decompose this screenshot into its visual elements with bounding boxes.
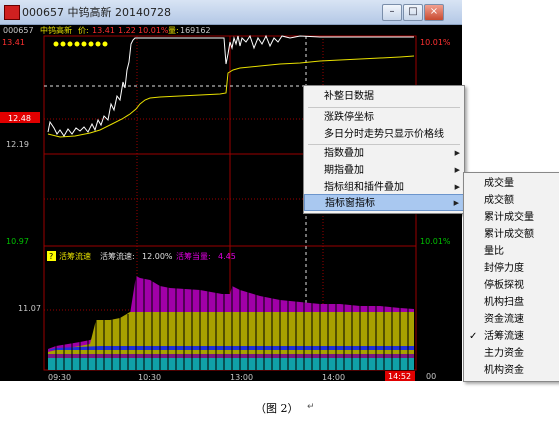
indicator-active-label: 活筹当量: xyxy=(176,251,211,261)
indicator-layer-purple-dark xyxy=(48,354,414,358)
change-value: 1.22 xyxy=(118,26,136,35)
menu-item-fill-day-data[interactable]: 补整日数据 xyxy=(304,88,464,105)
axis-label-top: 13.41 xyxy=(2,38,25,47)
time-label: 14:00 xyxy=(322,373,345,381)
submenu-item-active-flow[interactable]: ✓ 活筹流速 xyxy=(464,328,559,345)
price-label: 价: xyxy=(78,26,89,35)
indicator-axis-label: 11.07 xyxy=(18,304,41,313)
menu-item-index-overlay[interactable]: 指数叠加 ▶ xyxy=(304,145,464,162)
menu-separator xyxy=(308,107,460,108)
time-label-cut: 00 xyxy=(426,372,436,381)
submenu-item-seal-strength[interactable]: 封停力度 xyxy=(464,260,559,277)
app-icon xyxy=(4,5,20,20)
limit-up-markers xyxy=(53,41,108,47)
indicator-speed-value: 12.00% xyxy=(142,252,173,261)
volume-value: 169162 xyxy=(180,26,211,35)
time-label: 13:00 xyxy=(230,373,253,381)
indicator-submenu: 成交量 成交额 累计成交量 累计成交额 量比 封停力度 停板探视 机构扫盘 资金… xyxy=(463,172,559,382)
submenu-item-turnover[interactable]: 成交额 xyxy=(464,192,559,209)
title-bar: 000657 中钨高新 20140728 – □ × xyxy=(0,0,462,25)
change-pct: 10.01% xyxy=(138,26,169,35)
figure-caption: （图 2） xyxy=(255,402,299,415)
indicator-help-mark: ? xyxy=(49,252,53,261)
return-mark-icon: ↵ xyxy=(307,402,315,412)
submenu-item-cum-turnover[interactable]: 累计成交额 xyxy=(464,226,559,243)
submenu-item-inst-fund[interactable]: 机构资金 xyxy=(464,362,559,379)
submenu-item-limit-scan[interactable]: 停板探视 xyxy=(464,277,559,294)
time-label: 10:30 xyxy=(138,373,161,381)
right-axis-bottom: 10.01% xyxy=(420,237,451,246)
time-label: 09:30 xyxy=(48,373,71,381)
axis-label-mid: 12.19 xyxy=(6,140,29,149)
price-value: 13.41 xyxy=(92,26,115,35)
axis-label-highlight: 12.48 xyxy=(8,114,31,123)
axis-label-bottom: 10.97 xyxy=(6,237,29,246)
menu-item-limit-axis[interactable]: 涨跌停坐标 xyxy=(304,109,464,126)
indicator-layer-cyan xyxy=(48,358,414,370)
menu-item-multiday-price-only[interactable]: 多日分时走势只显示价格线 xyxy=(304,126,464,143)
submenu-item-cum-volume[interactable]: 累计成交量 xyxy=(464,209,559,226)
volume-label: 量: xyxy=(168,26,179,35)
submenu-item-main-fund[interactable]: 主力资金 xyxy=(464,345,559,362)
submenu-item-volume-ratio[interactable]: 量比 xyxy=(464,243,559,260)
indicator-speed-label: 活筹流速: xyxy=(100,251,135,261)
submenu-item-inst-sweep[interactable]: 机构扫盘 xyxy=(464,294,559,311)
submenu-item-volume[interactable]: 成交量 xyxy=(464,175,559,192)
submenu-arrow-icon: ▶ xyxy=(454,149,460,157)
right-axis-top: 10.01% xyxy=(420,38,451,47)
stock-code: 000657 xyxy=(3,26,34,35)
menu-item-indicator-window[interactable]: 指标窗指标 ▶ xyxy=(304,194,464,211)
indicator-layer-olive xyxy=(48,312,414,358)
submenu-arrow-icon: ▶ xyxy=(454,166,460,174)
submenu-arrow-icon: ▶ xyxy=(453,199,459,207)
stock-name: 中钨高新 xyxy=(40,25,72,35)
check-icon: ✓ xyxy=(469,331,478,342)
indicator-name[interactable]: 活筹流速 xyxy=(59,251,91,261)
close-button[interactable]: × xyxy=(424,4,444,21)
context-menu: 补整日数据 涨跌停坐标 多日分时走势只显示价格线 指数叠加 ▶ 期指叠加 ▶ 指标组… xyxy=(303,85,465,214)
indicator-active-value: 4.45 xyxy=(218,252,236,261)
minimize-button[interactable]: – xyxy=(382,4,402,21)
submenu-item-fund-flow[interactable]: 资金流速 xyxy=(464,311,559,328)
restore-button[interactable]: □ xyxy=(403,4,423,21)
menu-item-futures-overlay[interactable]: 期指叠加 ▶ xyxy=(304,162,464,179)
time-cursor-label: 14:52 xyxy=(388,372,411,381)
window-title: 000657 中钨高新 20140728 xyxy=(22,6,171,19)
